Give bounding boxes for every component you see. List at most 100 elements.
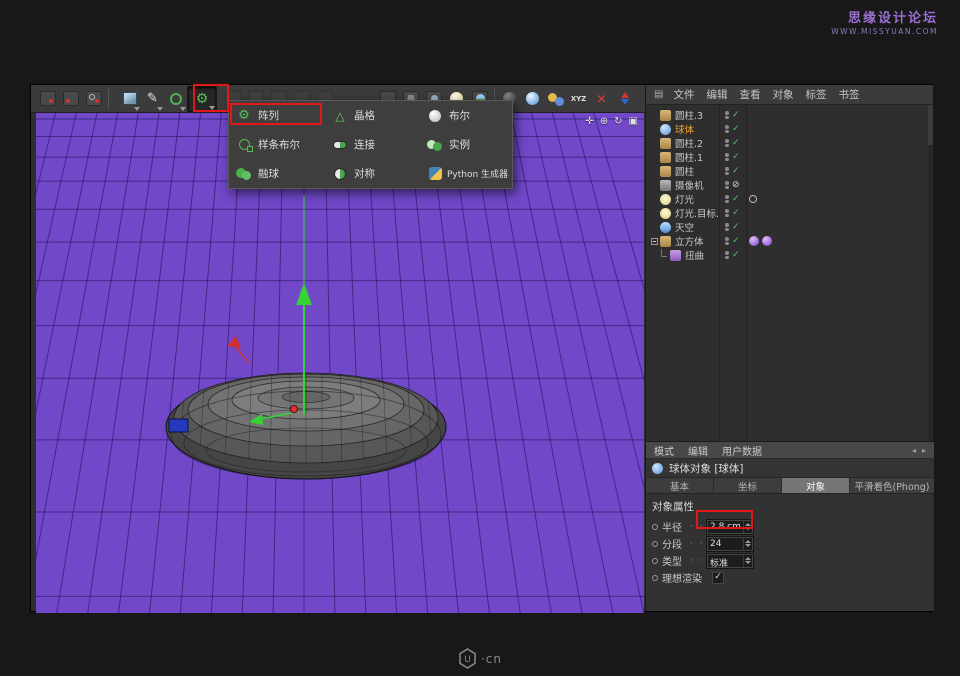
object-row-light-target[interactable]: 灯光.目标.1 ✓ <box>646 206 929 220</box>
menu-edit[interactable]: 编辑 <box>706 87 727 102</box>
tab-basic[interactable]: 基本 <box>646 478 714 493</box>
maximize-view-icon[interactable]: ▣ <box>629 116 638 127</box>
keyframe-circle-icon[interactable] <box>652 541 658 547</box>
visibility-dots[interactable] <box>725 181 729 189</box>
enabled-check-icon[interactable]: ✓ <box>732 237 740 246</box>
blocked-icon[interactable]: ⊘ <box>732 181 740 190</box>
visibility-dots[interactable] <box>725 251 729 259</box>
camera-object-icon <box>660 180 671 191</box>
tree-elbow <box>661 249 667 257</box>
menu-file[interactable]: 文件 <box>673 87 694 102</box>
enabled-check-icon[interactable]: ✓ <box>732 251 740 260</box>
render-settings-icon[interactable] <box>82 86 105 112</box>
menu-view[interactable]: 查看 <box>739 87 760 102</box>
spline-pen-icon[interactable]: ✎ <box>141 86 164 112</box>
type-dropdown[interactable]: 标准 <box>707 554 753 568</box>
xyz-axis-icon[interactable]: XYZ <box>567 86 590 112</box>
tab-phong[interactable]: 平滑着色(Phong) <box>850 478 934 493</box>
subdivision-surface-icon[interactable] <box>164 86 187 112</box>
enabled-check-icon[interactable]: ✓ <box>732 167 740 176</box>
render-view-icon[interactable] <box>36 86 59 112</box>
enabled-check-icon[interactable]: ✓ <box>732 125 740 134</box>
deformed-sphere-object[interactable] <box>166 353 446 481</box>
attr-menu-mode[interactable]: 模式 <box>654 443 674 458</box>
z-axis-handle[interactable] <box>169 419 188 432</box>
keyframe-circle-icon[interactable] <box>652 524 658 530</box>
menu-objects[interactable]: 对象 <box>772 87 793 102</box>
object-row-cube[interactable]: 立方体 ✓ <box>646 234 929 248</box>
menu-tags[interactable]: 标签 <box>805 87 826 102</box>
target-tag-icon[interactable] <box>749 195 757 203</box>
layout-icon[interactable]: ▤ <box>654 89 663 100</box>
object-row-sky[interactable]: 天空 ✓ <box>646 220 929 234</box>
visibility-dots[interactable] <box>725 153 729 161</box>
object-origin-dot[interactable] <box>291 406 298 413</box>
zoom-view-icon[interactable]: ⊕ <box>600 116 608 127</box>
visibility-dots[interactable] <box>725 111 729 119</box>
attr-menu-edit[interactable]: 编辑 <box>688 443 708 458</box>
attribute-body: 对象属性 半径 · · 2.8 cm 分段 · · <box>646 494 934 586</box>
enabled-check-icon[interactable]: ✓ <box>732 153 740 162</box>
history-forward-icon[interactable]: ▸ <box>922 446 926 455</box>
svg-text:U: U <box>464 655 471 665</box>
tab-coordinates[interactable]: 坐标 <box>714 478 782 493</box>
object-row-bend[interactable]: 扭曲 ✓ <box>646 248 929 262</box>
connect-icon <box>331 141 349 149</box>
tab-object[interactable]: 对象 <box>782 478 850 493</box>
material-tag-icon[interactable] <box>762 236 772 246</box>
object-row-cylinder2[interactable]: 圆柱.2 ✓ <box>646 136 929 150</box>
render-picture-viewer-icon[interactable] <box>59 86 82 112</box>
object-row-camera[interactable]: 摄像机 ⊘ <box>646 178 929 192</box>
enabled-check-icon[interactable]: ✓ <box>732 195 740 204</box>
subdiv-glyph <box>170 93 182 105</box>
visibility-dots[interactable] <box>725 223 729 231</box>
attr-menu-userdata[interactable]: 用户数据 <box>722 443 762 458</box>
menu-item-boole[interactable]: 布尔 <box>420 101 512 130</box>
enabled-check-icon[interactable]: ✓ <box>732 139 740 148</box>
red-axis-arrow[interactable] <box>227 336 241 348</box>
object-row-sphere[interactable]: 球体 ✓ <box>646 122 929 136</box>
cylinder-icon <box>660 110 671 121</box>
visibility-dots[interactable] <box>725 139 729 147</box>
menu-bookmarks[interactable]: 书签 <box>838 87 859 102</box>
visibility-dots[interactable] <box>725 167 729 175</box>
dropdown-arrow-icon[interactable] <box>743 555 752 567</box>
visibility-dots[interactable] <box>725 209 729 217</box>
menu-item-lattice[interactable]: △ 晶格 <box>325 101 420 130</box>
attribute-object-title: 球体对象 [球体] <box>669 461 744 476</box>
enabled-check-icon[interactable]: ✓ <box>732 209 740 218</box>
collapse-icon[interactable] <box>651 238 658 245</box>
segments-input[interactable]: 24 <box>707 537 753 551</box>
object-row-cylinder[interactable]: 圆柱 ✓ <box>646 164 929 178</box>
attribute-manager: 模式 编辑 用户数据 ◂ ▸ 球体对象 [球体] 基本 坐标 对象 平滑着 <box>646 441 934 611</box>
menu-item-metaball[interactable]: 融球 <box>229 159 325 188</box>
axis-swap-icon[interactable] <box>613 86 636 112</box>
object-row-cylinder1[interactable]: 圆柱.1 ✓ <box>646 150 929 164</box>
ideal-render-checkbox[interactable]: ✓ <box>712 572 724 584</box>
keyframe-circle-icon[interactable] <box>652 558 658 564</box>
object-row-cylinder3[interactable]: 圆柱.3 ✓ <box>646 108 929 122</box>
enabled-check-icon[interactable]: ✓ <box>732 111 740 120</box>
menu-item-connect[interactable]: 连接 <box>325 130 420 159</box>
enabled-check-icon[interactable]: ✓ <box>732 223 740 232</box>
snap-disable-icon[interactable]: ✕ <box>590 86 613 112</box>
materials-icon[interactable] <box>544 86 567 112</box>
visibility-dots[interactable] <box>725 195 729 203</box>
y-axis-arrow[interactable] <box>296 283 312 305</box>
object-row-light[interactable]: 灯光 ✓ <box>646 192 929 206</box>
menu-item-python-generator[interactable]: Python 生成器 <box>420 159 512 188</box>
add-cube-icon[interactable] <box>118 86 141 112</box>
visibility-dots[interactable] <box>725 125 729 133</box>
menu-item-instance[interactable]: 实例 <box>420 130 512 159</box>
menu-item-symmetry[interactable]: 对称 <box>325 159 420 188</box>
sky-icon[interactable] <box>521 86 544 112</box>
history-back-icon[interactable]: ◂ <box>912 446 916 455</box>
material-tag-icon[interactable] <box>749 236 759 246</box>
pan-view-icon[interactable]: ✛ <box>585 116 593 127</box>
rotate-view-icon[interactable]: ↻ <box>614 116 622 127</box>
menu-item-spline-mask[interactable]: 样条布尔 <box>229 130 325 159</box>
sphere-icon <box>660 124 671 135</box>
keyframe-circle-icon[interactable] <box>652 575 658 581</box>
visibility-dots[interactable] <box>725 237 729 245</box>
spinner-icon[interactable] <box>743 538 752 550</box>
